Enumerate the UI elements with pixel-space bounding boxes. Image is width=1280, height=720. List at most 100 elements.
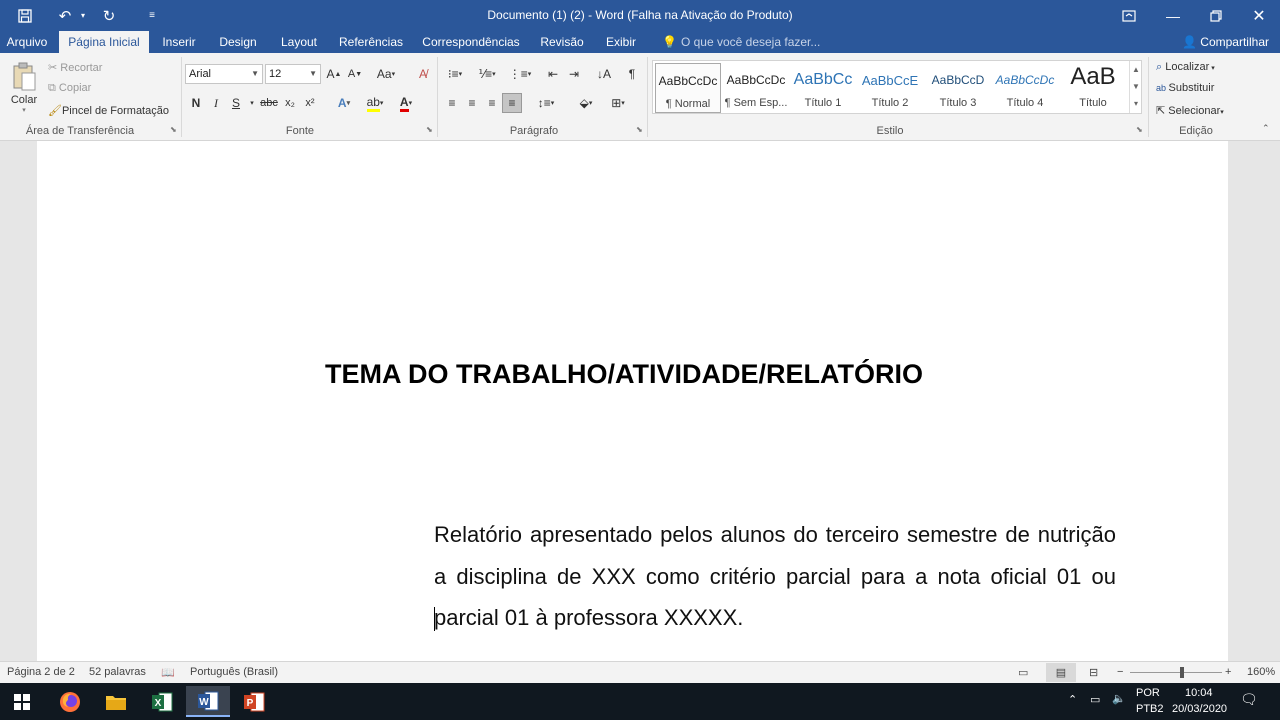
close-icon[interactable]: ✕ xyxy=(1237,0,1280,31)
page-count[interactable]: Página 2 de 2 xyxy=(7,666,75,678)
word-count[interactable]: 52 palavras xyxy=(89,666,146,678)
battery-icon[interactable]: ▭ xyxy=(1090,693,1100,706)
powerpoint-icon[interactable]: P xyxy=(232,686,276,717)
underline-button[interactable]: S xyxy=(226,93,246,113)
multilevel-list-icon[interactable]: ⋮≡ ▾ xyxy=(505,64,535,84)
select-button[interactable]: ⇱ Selecionar▾ xyxy=(1156,104,1224,117)
clipboard-launcher-icon[interactable]: ⬊ xyxy=(170,125,177,134)
windows-start-icon[interactable] xyxy=(0,686,44,717)
tab-design[interactable]: Design xyxy=(214,31,262,53)
cut-button[interactable]: ✂ Recortar xyxy=(48,61,102,74)
minimize-icon[interactable]: — xyxy=(1151,0,1195,31)
style-titulo-1[interactable]: AaBbCc Título 1 xyxy=(790,63,856,113)
tell-me-search[interactable]: 💡 O que você deseja fazer... xyxy=(662,31,820,53)
decrease-indent-icon[interactable]: ⇤ xyxy=(543,64,563,84)
bold-button[interactable]: N xyxy=(186,93,206,113)
file-explorer-icon[interactable] xyxy=(94,686,138,717)
clock-time[interactable]: 10:04 xyxy=(1185,687,1213,699)
align-left-icon[interactable]: ≡ xyxy=(442,93,462,113)
word-taskbar-icon[interactable]: W xyxy=(186,686,230,717)
zoom-slider-thumb[interactable] xyxy=(1180,667,1184,678)
tab-referencias[interactable]: Referências xyxy=(336,31,406,53)
volume-icon[interactable]: 🔈 xyxy=(1112,692,1126,705)
strikethrough-button[interactable]: abc xyxy=(258,93,280,113)
superscript-button[interactable]: x² xyxy=(300,93,320,113)
print-layout-icon[interactable]: ▤ xyxy=(1046,663,1076,682)
sort-icon[interactable]: ↓A xyxy=(594,64,614,84)
customize-qat-icon[interactable]: ≡ xyxy=(142,0,162,31)
change-case-button[interactable]: Aa ▾ xyxy=(372,64,400,84)
input-language-top[interactable]: POR xyxy=(1136,687,1160,699)
style-titulo-2[interactable]: AaBbCcE Título 2 xyxy=(857,63,923,113)
font-name-select[interactable]: Arial ▼ xyxy=(185,64,263,84)
styles-launcher-icon[interactable]: ⬊ xyxy=(1136,125,1143,134)
chevron-down-icon[interactable]: ▼ xyxy=(1130,78,1142,95)
share-button[interactable]: 👤 Compartilhar xyxy=(1176,31,1275,53)
ribbon-display-options-icon[interactable] xyxy=(1107,0,1151,31)
highlight-color-icon[interactable]: ab ▾ xyxy=(360,93,390,113)
format-painter-button[interactable]: 🖌Pincel de Formatação xyxy=(48,104,169,117)
increase-indent-icon[interactable]: ⇥ xyxy=(564,64,584,84)
tab-revisao[interactable]: Revisão xyxy=(536,31,588,53)
tab-arquivo[interactable]: Arquivo xyxy=(0,31,54,53)
zoom-out-icon[interactable]: − xyxy=(1117,666,1123,678)
italic-button[interactable]: I xyxy=(206,93,226,113)
underline-dropdown-icon[interactable]: ▾ xyxy=(246,93,258,113)
web-layout-icon[interactable]: ⊟ xyxy=(1089,666,1098,679)
grow-font-button[interactable]: A ▲ xyxy=(325,64,343,84)
font-color-icon[interactable]: A ▾ xyxy=(392,93,420,113)
show-formatting-icon[interactable]: ¶ xyxy=(622,64,642,84)
language-indicator[interactable]: Português (Brasil) xyxy=(190,666,278,678)
vertical-scroll-area[interactable] xyxy=(1228,141,1280,661)
style-sem-espacamento[interactable]: AaBbCcDc ¶ Sem Esp... xyxy=(723,63,789,113)
notifications-icon[interactable]: 🗨 xyxy=(1240,691,1258,708)
clock-date[interactable]: 20/03/2020 xyxy=(1172,703,1227,715)
shading-icon[interactable]: ⬙ ▾ xyxy=(572,93,600,113)
align-center-icon[interactable]: ≡ xyxy=(462,93,482,113)
more-styles-icon[interactable]: ▾ xyxy=(1130,95,1142,112)
paragraph-launcher-icon[interactable]: ⬊ xyxy=(636,125,643,134)
font-size-select[interactable]: 12 ▼ xyxy=(265,64,321,84)
clear-formatting-icon[interactable]: A̸ xyxy=(412,64,434,84)
read-mode-icon[interactable]: ▭ xyxy=(1018,666,1028,679)
line-spacing-icon[interactable]: ↕≡ ▾ xyxy=(532,93,560,113)
subscript-button[interactable]: x₂ xyxy=(280,93,300,113)
style-normal[interactable]: AaBbCcDc ¶ Normal xyxy=(655,63,721,113)
chevron-up-icon[interactable]: ▲ xyxy=(1130,61,1142,78)
tab-correspondencias[interactable]: Correspondências xyxy=(420,31,522,53)
align-right-icon[interactable]: ≡ xyxy=(482,93,502,113)
proofing-icon[interactable]: 📖 xyxy=(161,666,175,679)
tab-pagina-inicial[interactable]: Página Inicial xyxy=(59,31,149,53)
tab-inserir[interactable]: Inserir xyxy=(158,31,200,53)
save-icon[interactable] xyxy=(10,0,40,31)
tab-exibir[interactable]: Exibir xyxy=(600,31,642,53)
redo-icon[interactable]: ↻ xyxy=(96,0,122,31)
undo-icon[interactable]: ↶ xyxy=(52,0,78,31)
text-effects-icon[interactable]: A ▾ xyxy=(330,93,358,113)
restore-icon[interactable] xyxy=(1194,0,1238,31)
style-titulo-3[interactable]: AaBbCcD Título 3 xyxy=(925,63,991,113)
tab-layout[interactable]: Layout xyxy=(276,31,322,53)
paste-button[interactable]: Colar ▾ xyxy=(6,57,42,119)
excel-icon[interactable]: X xyxy=(140,686,184,717)
undo-dropdown-icon[interactable]: ▾ xyxy=(77,0,89,31)
font-launcher-icon[interactable]: ⬊ xyxy=(426,125,433,134)
zoom-level[interactable]: 160% xyxy=(1247,666,1275,678)
numbering-icon[interactable]: ⅟≡ ▾ xyxy=(472,64,502,84)
justify-icon[interactable]: ≡ xyxy=(502,93,522,113)
borders-icon[interactable]: ⊞ ▾ xyxy=(604,93,632,113)
firefox-icon[interactable] xyxy=(48,686,92,717)
zoom-slider[interactable] xyxy=(1130,672,1222,673)
replace-button[interactable]: ab Substituir xyxy=(1156,82,1214,94)
collapse-ribbon-icon[interactable]: ⌃ xyxy=(1262,123,1270,134)
document-title[interactable]: TEMA DO TRABALHO/ATIVIDADE/RELATÓRIO xyxy=(0,359,1248,390)
bullets-icon[interactable]: ⁝≡ ▾ xyxy=(441,64,469,84)
document-paragraph[interactable]: Relatório apresentado pelos alunos do te… xyxy=(434,514,1116,639)
input-language-bottom[interactable]: PTB2 xyxy=(1136,703,1164,715)
show-hidden-icons-icon[interactable]: ⌃ xyxy=(1068,693,1077,706)
gallery-scroll[interactable]: ▲ ▼ ▾ xyxy=(1129,61,1142,113)
shrink-font-button[interactable]: A ▼ xyxy=(346,64,364,84)
style-titulo[interactable]: AaB Título xyxy=(1060,63,1126,113)
zoom-in-icon[interactable]: + xyxy=(1225,666,1231,678)
style-titulo-4[interactable]: AaBbCcDc Título 4 xyxy=(992,63,1058,113)
